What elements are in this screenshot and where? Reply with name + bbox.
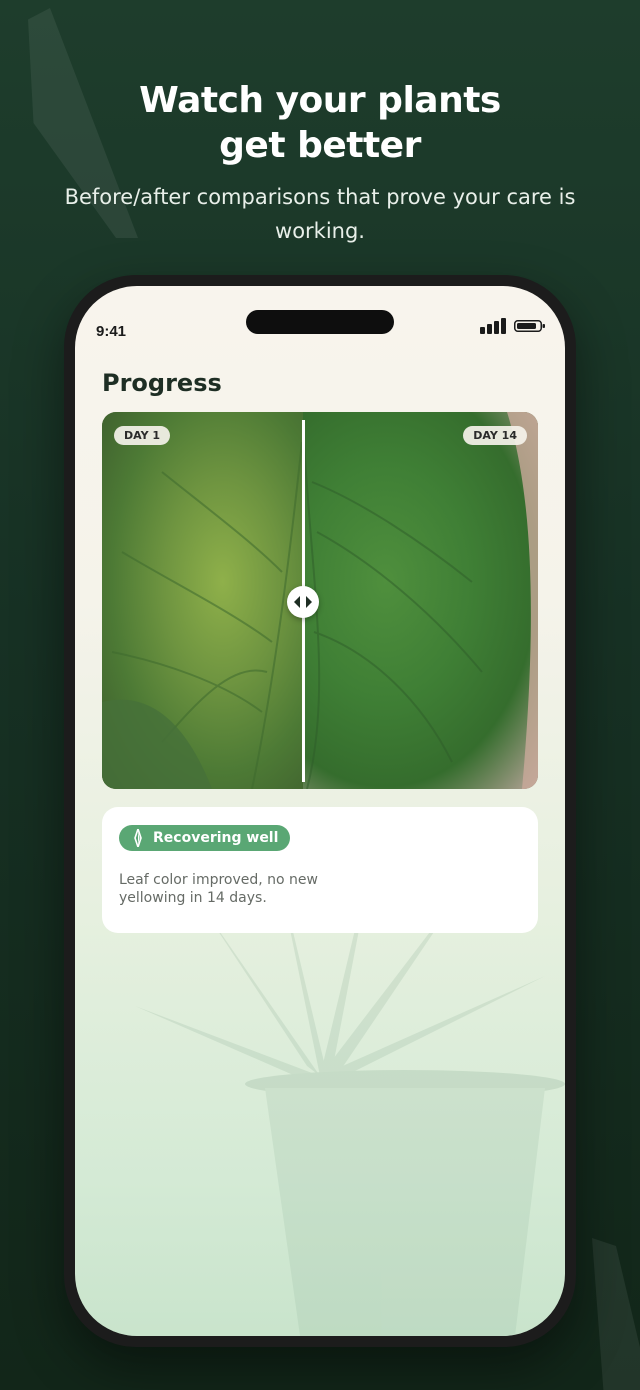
left-right-arrows-icon: [294, 596, 312, 608]
background-leaf-decoration: [592, 1238, 640, 1390]
battery-icon: [514, 320, 545, 332]
before-day-badge: DAY 1: [114, 426, 171, 445]
status-description: Leaf color improved, no new yellowing in…: [119, 872, 318, 906]
phone-screen: 9:41 Progress DAY 1 DAY 14 Recovering we…: [75, 286, 565, 1336]
comparison-slider-handle[interactable]: [287, 586, 319, 618]
before-after-comparison[interactable]: DAY 1 DAY 14: [102, 412, 538, 789]
status-bar-icons: [480, 318, 546, 334]
status-bar-time: 9:41: [96, 323, 127, 340]
leaf-vein-overlay: [102, 412, 538, 789]
hero-title-line-2: get better: [219, 125, 421, 166]
sparkle-icon: [134, 829, 142, 847]
hero-subtitle: Before/after comparisons that prove your…: [64, 185, 576, 243]
page-title: Progress: [102, 369, 222, 397]
dynamic-island: [246, 310, 394, 334]
phone-mockup: 9:41 Progress DAY 1 DAY 14 Recovering we…: [64, 275, 576, 1347]
progress-status-card: Recovering well Leaf color improved, no …: [102, 807, 538, 933]
hero-title: Watch your plants get better: [0, 78, 640, 168]
after-day-badge: DAY 14: [463, 426, 527, 445]
signal-bars-icon: [480, 318, 506, 334]
hero-title-line-1: Watch your plants: [139, 80, 501, 121]
status-pill: Recovering well: [119, 825, 291, 851]
status-pill-label: Recovering well: [153, 830, 279, 846]
